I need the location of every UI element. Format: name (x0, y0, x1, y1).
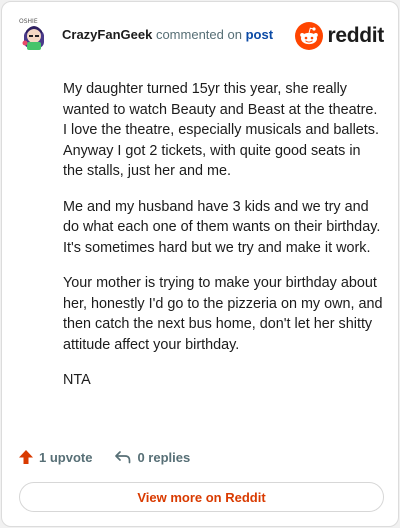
post-link[interactable]: post (246, 27, 273, 42)
comment-body: My daughter turned 15yr this year, she r… (63, 79, 383, 406)
comment-paragraph: NTA (63, 372, 91, 388)
brand-wordmark: reddit (327, 24, 384, 47)
avatar-image: OSHIE (16, 16, 52, 52)
comment-actions: 1 upvote 0 replies (18, 446, 190, 468)
comment-header: OSHIE CrazyFanGeek commented on post red… (16, 16, 384, 56)
reply-count: 0 replies (137, 449, 191, 465)
reddit-snoo-icon (295, 22, 324, 50)
reply-arrow-icon (115, 451, 131, 464)
reddit-brand[interactable]: reddit (295, 21, 384, 51)
comment-paragraph: Your mother is trying to make your birth… (63, 275, 383, 353)
comment-paragraph: My daughter turned 15yr this year, she r… (63, 81, 379, 179)
user-avatar[interactable]: OSHIE (16, 16, 52, 52)
comment-paragraph: Me and my husband have 3 kids and we try… (63, 198, 381, 256)
replies-button[interactable]: 0 replies (114, 449, 190, 465)
view-more-button[interactable]: View more on Reddit (19, 482, 384, 512)
author-line: CrazyFanGeek commented on post (62, 27, 273, 42)
avatar-caption: OSHIE (19, 18, 38, 25)
upvote-count: 1 upvote (39, 449, 93, 465)
author-name[interactable]: CrazyFanGeek (62, 27, 152, 42)
upvote-button[interactable]: 1 upvote (18, 449, 92, 465)
upvote-arrow-icon (19, 450, 33, 464)
comment-card: OSHIE CrazyFanGeek commented on post red… (1, 1, 399, 527)
action-text: commented on (155, 27, 242, 42)
